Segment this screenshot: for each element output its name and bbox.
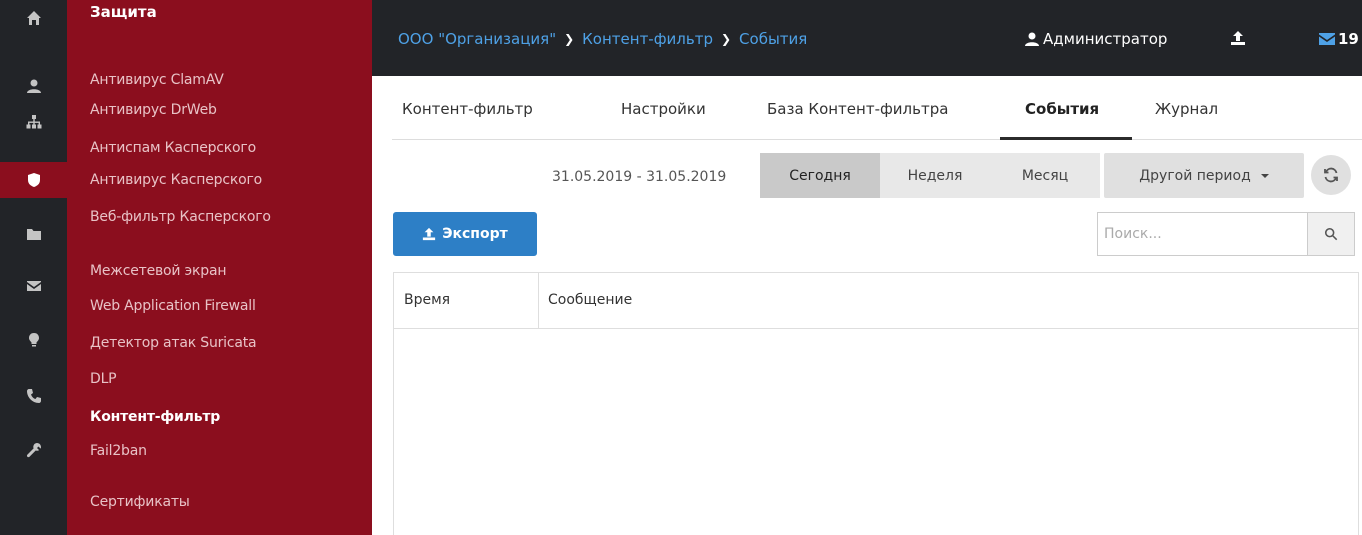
- user-name: Администратор: [1043, 30, 1168, 48]
- tab-content-filter[interactable]: Контент-фильтр: [402, 100, 533, 118]
- submenu-item-certificates[interactable]: Сертификаты: [90, 493, 190, 511]
- messages-count: 19: [1338, 30, 1359, 48]
- app-window: Защита Антивирус ClamAV Антивирус DrWeb …: [0, 0, 1362, 535]
- breadcrumb-separator-icon: ❯: [564, 32, 575, 46]
- folder-icon: [26, 229, 41, 240]
- shield-icon: [27, 173, 40, 187]
- network-icon: [26, 115, 41, 129]
- nav-settings[interactable]: [0, 432, 67, 468]
- search-input[interactable]: Поиск...: [1097, 212, 1307, 256]
- protection-submenu: Защита Антивирус ClamAV Антивирус DrWeb …: [67, 0, 372, 535]
- breadcrumb: ООО "Организация" ❯ Контент-фильтр ❯ Соб…: [398, 30, 807, 48]
- submenu-item-firewall[interactable]: Межсетевой экран: [90, 262, 227, 280]
- other-period-label: Другой период: [1139, 167, 1251, 184]
- phone-icon: [26, 389, 41, 403]
- wrench-icon: [26, 443, 41, 458]
- tab-journal[interactable]: Журнал: [1155, 100, 1218, 118]
- active-tab-indicator: [1000, 137, 1132, 140]
- submenu-item-kas-antispam[interactable]: Антиспам Касперского: [90, 139, 256, 157]
- breadcrumb-events[interactable]: События: [739, 30, 807, 48]
- period-range: 31.05.2019 - 31.05.2019: [552, 169, 727, 185]
- tab-database[interactable]: База Контент-фильтра: [767, 100, 948, 118]
- breadcrumb-separator-icon: ❯: [720, 32, 732, 46]
- user-menu[interactable]: Администратор: [1024, 30, 1167, 48]
- other-period-dropdown[interactable]: Другой период: [1104, 153, 1304, 198]
- refresh-icon: [1324, 167, 1338, 183]
- column-divider: [538, 273, 539, 329]
- upload-icon: [423, 227, 436, 241]
- submenu-item-dlp[interactable]: DLP: [90, 370, 117, 388]
- breadcrumb-organization[interactable]: ООО "Организация": [398, 30, 556, 48]
- upload-button[interactable]: [1230, 30, 1248, 48]
- submenu-title: Защита: [90, 3, 157, 21]
- export-label: Экспорт: [442, 226, 508, 242]
- top-bar: ООО "Организация" ❯ Контент-фильтр ❯ Соб…: [372, 0, 1362, 76]
- export-button[interactable]: Экспорт: [393, 212, 537, 256]
- submenu-item-content-filter[interactable]: Контент-фильтр: [90, 408, 220, 426]
- submenu-item-waf[interactable]: Web Application Firewall: [90, 297, 256, 315]
- refresh-button[interactable]: [1311, 155, 1351, 195]
- upload-icon: [1231, 31, 1245, 45]
- submenu-item-clamav[interactable]: Антивирус ClamAV: [90, 71, 224, 89]
- icon-rail: [0, 0, 67, 535]
- messages-button[interactable]: 19: [1319, 30, 1359, 48]
- tab-settings[interactable]: Настройки: [621, 100, 706, 118]
- nav-telephony[interactable]: [0, 378, 67, 414]
- user-icon: [26, 79, 41, 93]
- user-icon: [1025, 32, 1039, 46]
- period-week-button[interactable]: Неделя: [880, 153, 990, 198]
- table-header: Время Сообщение: [394, 273, 1358, 329]
- submenu-item-suricata[interactable]: Детектор атак Suricata: [90, 334, 257, 352]
- tab-events[interactable]: События: [1025, 100, 1099, 118]
- search-icon: [1324, 227, 1338, 241]
- bulb-icon: [28, 333, 39, 347]
- envelope-icon: [1319, 33, 1335, 45]
- nav-ideas[interactable]: [0, 322, 67, 358]
- submenu-item-drweb[interactable]: Антивирус DrWeb: [90, 101, 217, 119]
- nav-protection[interactable]: [0, 162, 67, 198]
- column-header-time[interactable]: Время: [404, 292, 450, 308]
- caret-down-icon: [1260, 173, 1269, 178]
- breadcrumb-content-filter[interactable]: Контент-фильтр: [582, 30, 713, 48]
- nav-network[interactable]: [0, 104, 67, 140]
- search-button[interactable]: [1307, 212, 1355, 256]
- events-table: Время Сообщение: [393, 272, 1359, 535]
- mail-icon: [26, 281, 41, 291]
- period-today-button[interactable]: Сегодня: [760, 153, 880, 198]
- nav-mail[interactable]: [0, 268, 67, 304]
- home-icon: [26, 11, 41, 25]
- nav-files[interactable]: [0, 216, 67, 252]
- submenu-item-kas-antivirus[interactable]: Антивирус Касперского: [90, 171, 262, 189]
- nav-home[interactable]: [0, 0, 67, 36]
- nav-users[interactable]: [0, 68, 67, 104]
- column-header-message[interactable]: Сообщение: [548, 292, 632, 308]
- submenu-item-fail2ban[interactable]: Fail2ban: [90, 442, 147, 460]
- submenu-item-kas-webfilter[interactable]: Веб-фильтр Касперского: [90, 208, 271, 226]
- tab-bar: Контент-фильтр Настройки База Контент-фи…: [392, 84, 1362, 140]
- period-month-button[interactable]: Месяц: [990, 153, 1100, 198]
